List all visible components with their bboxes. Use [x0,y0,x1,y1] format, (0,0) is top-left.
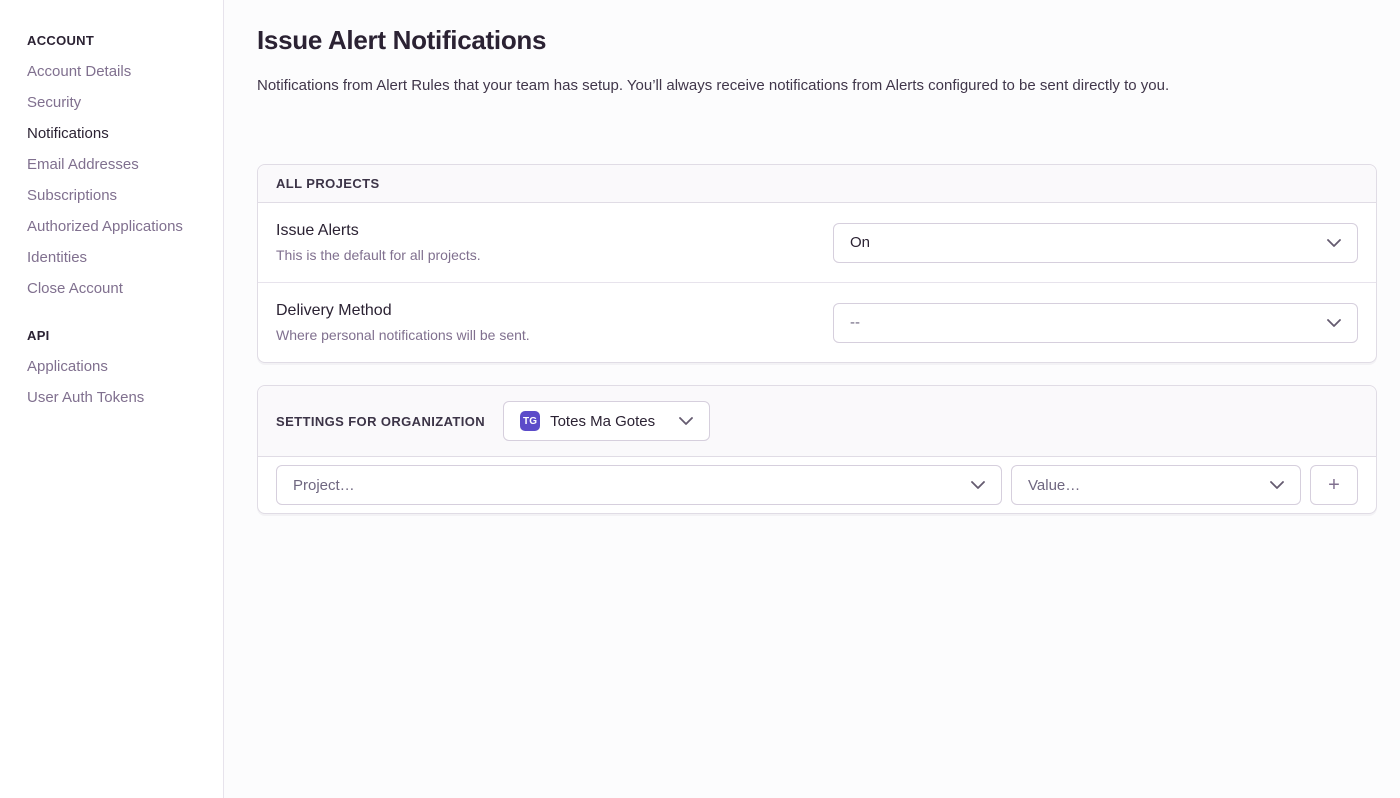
chevron-down-icon [679,417,693,425]
issue-alerts-select[interactable]: On [833,223,1358,263]
all-projects-panel-header: ALL PROJECTS [258,165,1376,203]
all-projects-panel: ALL PROJECTS Issue Alerts This is the de… [257,164,1377,363]
sidebar-item-identities[interactable]: Identities [27,249,213,267]
organization-settings-panel: SETTINGS FOR ORGANIZATION TG Totes Ma Go… [257,385,1377,514]
organization-avatar: TG [520,411,540,431]
issue-alerts-field-text: Issue Alerts This is the default for all… [276,222,481,263]
sidebar-section-title-account: ACCOUNT [27,33,213,48]
delivery-method-select-value: -- [850,314,860,331]
issue-alerts-field-help: This is the default for all projects. [276,247,481,263]
value-select-placeholder: Value… [1028,477,1080,494]
delivery-method-field-text: Delivery Method Where personal notificat… [276,302,530,343]
sidebar-item-security[interactable]: Security [27,94,213,112]
settings-content: Issue Alert Notifications Notifications … [224,0,1400,798]
delivery-method-field-row: Delivery Method Where personal notificat… [258,282,1376,362]
sidebar-item-email-addresses[interactable]: Email Addresses [27,156,213,174]
organization-panel-body: Project… Value… + [258,457,1376,513]
issue-alerts-field-row: Issue Alerts This is the default for all… [258,203,1376,282]
sidebar-item-notifications[interactable]: Notifications [27,125,213,143]
organization-name: Totes Ma Gotes [550,413,655,430]
plus-icon: + [1328,475,1340,495]
chevron-down-icon [1327,239,1341,247]
organization-select[interactable]: TG Totes Ma Gotes [503,401,710,441]
sidebar-section-title-api: API [27,328,213,343]
issue-alerts-field-label: Issue Alerts [276,222,481,240]
issue-alerts-select-value: On [850,234,870,251]
page-title: Issue Alert Notifications [257,25,1400,56]
settings-sidebar: ACCOUNT Account Details Security Notific… [0,0,224,798]
delivery-method-select[interactable]: -- [833,303,1358,343]
sidebar-item-subscriptions[interactable]: Subscriptions [27,187,213,205]
sidebar-section-api: API Applications User Auth Tokens [27,328,213,407]
delivery-method-field-label: Delivery Method [276,302,530,320]
chevron-down-icon [1270,481,1284,489]
page-description: Notifications from Alert Rules that your… [257,77,1400,94]
chevron-down-icon [971,481,985,489]
organization-header-label: SETTINGS FOR ORGANIZATION [276,414,485,429]
project-select[interactable]: Project… [276,465,1002,505]
delivery-method-field-help: Where personal notifications will be sen… [276,327,530,343]
value-select[interactable]: Value… [1011,465,1301,505]
sidebar-item-applications[interactable]: Applications [27,358,213,376]
chevron-down-icon [1327,319,1341,327]
sidebar-item-authorized-applications[interactable]: Authorized Applications [27,218,213,236]
add-project-setting-button[interactable]: + [1310,465,1358,505]
sidebar-item-user-auth-tokens[interactable]: User Auth Tokens [27,389,213,407]
project-select-placeholder: Project… [293,477,355,494]
sidebar-section-account: ACCOUNT Account Details Security Notific… [27,33,213,298]
sidebar-item-account-details[interactable]: Account Details [27,63,213,81]
organization-panel-header: SETTINGS FOR ORGANIZATION TG Totes Ma Go… [258,386,1376,457]
sidebar-item-close-account[interactable]: Close Account [27,280,213,298]
